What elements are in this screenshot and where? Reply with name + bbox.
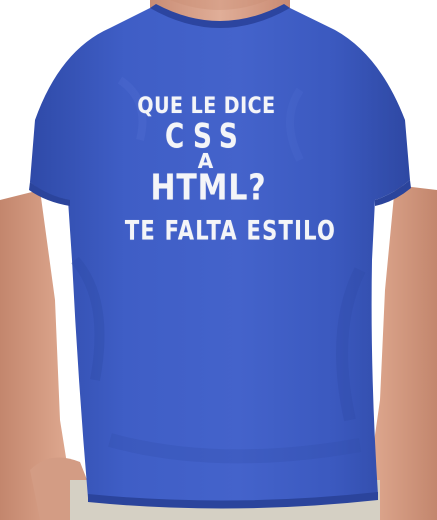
tshirt-illustration — [0, 0, 437, 520]
print-line-html: HTML? — [150, 167, 267, 209]
product-photo: QUE LE DICE CSS A HTML? TE FALTA ESTILO — [0, 0, 437, 520]
print-line-te-falta-estilo: TE FALTA ESTILO — [124, 215, 337, 246]
print-line-que-le-dice: QUE LE DICE — [137, 93, 276, 119]
tshirt-body — [30, 8, 410, 505]
